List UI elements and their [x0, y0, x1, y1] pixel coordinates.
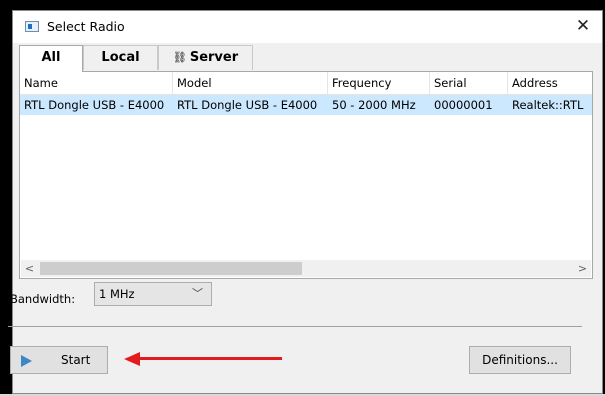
horizontal-scrollbar[interactable]: < >: [21, 260, 591, 277]
cell-address: Realtek::RTL: [512, 98, 584, 112]
bandwidth-value: 1 MHz: [99, 287, 135, 301]
title-bar: Select Radio ✕: [13, 11, 602, 43]
column-header-model[interactable]: Model: [173, 72, 328, 94]
tab-server-label: Server: [189, 50, 239, 65]
radio-list: Name Model Frequency Serial Address RTL …: [19, 71, 593, 279]
cell-serial: 00000001: [434, 98, 493, 112]
table-row[interactable]: RTL Dongle USB - E4000 RTL Dongle USB - …: [20, 95, 592, 115]
cell-model: RTL Dongle USB - E4000: [177, 98, 318, 112]
tab-all[interactable]: All: [19, 45, 83, 72]
start-button-label: Start: [61, 353, 91, 367]
play-icon: [21, 355, 32, 367]
definitions-button-label: Definitions...: [482, 353, 558, 367]
scroll-right-arrow[interactable]: >: [574, 260, 591, 277]
tab-server[interactable]: ⛓ Server: [158, 45, 253, 70]
column-header-serial[interactable]: Serial: [430, 72, 508, 94]
bandwidth-select[interactable]: 1 MHz ﹀: [94, 282, 212, 306]
red-arrow-annotation: [124, 352, 282, 366]
scrollbar-thumb[interactable]: [40, 262, 302, 275]
app-icon: [25, 21, 39, 32]
tab-local[interactable]: Local: [83, 45, 158, 70]
window-title: Select Radio: [47, 19, 125, 34]
arrow-shaft: [136, 357, 282, 360]
tab-all-label: All: [41, 50, 61, 65]
tab-local-label: Local: [101, 50, 140, 65]
scroll-left-arrow[interactable]: <: [21, 260, 38, 277]
start-button[interactable]: Start: [10, 346, 108, 374]
network-icon: ⛓: [172, 51, 187, 64]
column-header-name[interactable]: Name: [20, 72, 173, 94]
chevron-down-icon: ﹀: [192, 287, 203, 300]
cell-frequency: 50 - 2000 MHz: [332, 98, 416, 112]
divider: [8, 326, 582, 327]
column-header-frequency[interactable]: Frequency: [328, 72, 430, 94]
close-button[interactable]: ✕: [564, 11, 602, 43]
column-header-address[interactable]: Address: [508, 72, 592, 94]
list-header: Name Model Frequency Serial Address: [20, 72, 592, 95]
select-radio-dialog: Select Radio ✕ All Local ⛓ Server Name Mo…: [12, 10, 603, 394]
cell-name: RTL Dongle USB - E4000: [24, 98, 165, 112]
definitions-button[interactable]: Definitions...: [469, 346, 571, 374]
bandwidth-label: Bandwidth:: [10, 292, 76, 306]
